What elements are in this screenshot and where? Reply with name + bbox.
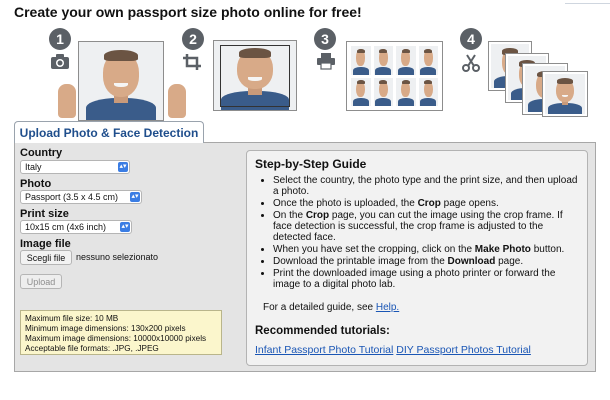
print-thumb [418,77,438,106]
cut-photo-image [545,74,585,114]
info-line: Maximum file size: 10 MB [25,314,119,323]
help-link[interactable]: Help. [376,302,399,313]
print-thumb [418,46,438,75]
guide-step: Download the printable image from the Do… [273,256,579,267]
page-title: Create your own passport size photo onli… [14,4,362,20]
step-2-photo [213,40,297,111]
tutorial-links: Infant Passport Photo Tutorial DIY Passp… [255,344,579,356]
country-select[interactable]: Italy ▴▾ [20,160,130,174]
file-requirements-box: Maximum file size: 10 MB Minimum image d… [20,310,222,355]
print-thumb [396,77,416,106]
step-4-badge: 4 [460,28,482,50]
printer-icon [317,53,335,70]
info-line: Maximum image dimensions: 10000x10000 pi… [25,334,207,343]
guide-step: Print the downloaded image using a photo… [273,268,579,290]
diy-passport-photos-tutorial-link[interactable]: DIY Passport Photos Tutorial [396,344,531,356]
no-file-selected-text: nessuno selezionato [76,252,159,262]
photo-label: Photo [20,178,52,190]
guide-steps-list: Select the country, the photo type and t… [255,175,579,290]
cut-photo-top [542,71,588,117]
crop-icon [183,54,201,70]
step-3-print-sheet [346,41,443,111]
photo-type-select[interactable]: Passport (3.5 x 4.5 cm) ▴▾ [20,190,142,204]
print-thumb [373,46,393,75]
header-divider [565,3,610,4]
step-by-step-guide: Step-by-Step Guide Select the country, t… [246,150,588,366]
print-thumb [396,46,416,75]
info-line: Minimum image dimensions: 130x200 pixels [25,324,186,333]
step-1-badge: 1 [49,28,71,50]
scissors-icon [462,54,480,72]
info-line: Acceptable file formats: .JPG, .JPEG [25,344,159,353]
tab-upload-photo[interactable]: Upload Photo & Face Detection [14,121,204,143]
guide-step: On the Crop page, you can cut the image … [273,210,579,243]
print-grid [351,46,438,106]
guide-step: Once the photo is uploaded, the Crop pag… [273,198,579,209]
infant-passport-photo-tutorial-link[interactable]: Infant Passport Photo Tutorial [255,344,393,356]
step-2-badge: 2 [182,28,204,50]
print-thumb [351,77,371,106]
detailed-guide-text: For a detailed guide, see Help. [263,302,400,313]
country-select-value: Italy [25,162,42,172]
select-arrow-icon: ▴▾ [130,192,140,202]
print-thumb [373,77,393,106]
country-label: Country [20,147,63,159]
thumbs-up-left [58,84,76,118]
upload-button[interactable]: Upload [20,274,62,289]
print-size-select-value: 10x15 cm (4x6 inch) [25,222,107,232]
print-size-label: Print size [20,208,69,220]
guide-step: When you have set the cropping, click on… [273,244,579,255]
select-arrow-icon: ▴▾ [120,222,130,232]
print-size-select[interactable]: 10x15 cm (4x6 inch) ▴▾ [20,220,132,234]
choose-file-button[interactable]: Scegli file [20,250,72,265]
step-3-badge: 3 [314,28,336,50]
photo-type-select-value: Passport (3.5 x 4.5 cm) [25,192,119,202]
camera-icon [51,54,69,69]
guide-step: Select the country, the photo type and t… [273,175,579,197]
step-1-photo [78,41,164,121]
select-arrow-icon: ▴▾ [118,162,128,172]
recommended-tutorials-title: Recommended tutorials: [255,325,390,337]
print-thumb [351,46,371,75]
crop-frame [220,45,290,107]
thumbs-up-right [168,84,186,118]
portrait-image [79,42,163,120]
guide-title: Step-by-Step Guide [255,157,367,171]
image-file-label: Image file [20,238,71,250]
